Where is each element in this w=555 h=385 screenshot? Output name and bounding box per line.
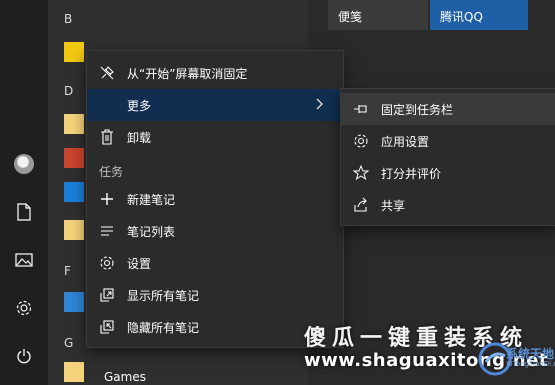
folder-icon[interactable] — [64, 220, 84, 240]
tile-qq[interactable]: 腾讯QQ — [430, 0, 528, 30]
submenu-item-share[interactable]: 共享 — [341, 189, 555, 221]
submenu-item-label: 应用设置 — [381, 134, 430, 149]
games-label[interactable]: Games — [104, 370, 146, 384]
menu-item-label: 隐藏所有笔记 — [127, 320, 200, 335]
letter-header-d[interactable]: D — [64, 84, 73, 98]
tile-sticky-notes[interactable]: 便笺 — [328, 0, 428, 30]
chevron-right-icon — [316, 98, 323, 110]
menu-item-label: 设置 — [127, 256, 152, 271]
tile-label: 腾讯QQ — [440, 10, 483, 24]
letter-header-g[interactable]: G — [64, 336, 73, 350]
letter-header-f[interactable]: F — [64, 264, 71, 278]
maps-icon[interactable] — [64, 148, 84, 168]
trash-icon — [91, 121, 123, 153]
unpin-icon — [91, 57, 123, 89]
folder-icon[interactable] — [64, 114, 84, 134]
movies-icon[interactable] — [64, 182, 84, 202]
submenu-item-label: 共享 — [381, 198, 406, 213]
menu-item-more[interactable]: 更多 — [87, 89, 343, 121]
watermark-logo-sub: XiTongTianDi.net — [506, 360, 555, 368]
settings-button[interactable] — [8, 292, 40, 324]
user-avatar[interactable] — [8, 148, 40, 180]
menu-item-uninstall[interactable]: 卸载 — [87, 121, 343, 153]
pin-icon — [345, 93, 377, 125]
spacer-icon — [91, 89, 123, 121]
tile-label: 便笺 — [338, 10, 363, 24]
hide-notes-icon — [91, 311, 123, 343]
submenu-item-label: 固定到任务栏 — [381, 102, 454, 117]
menu-item-label: 笔记列表 — [127, 224, 176, 239]
folder-icon[interactable] — [64, 362, 84, 382]
submenu-item-pin-taskbar[interactable]: 固定到任务栏 — [341, 93, 555, 125]
pictures-icon — [15, 253, 33, 267]
star-icon — [345, 157, 377, 189]
gear-icon — [91, 247, 123, 279]
share-icon — [345, 189, 377, 221]
power-icon — [17, 349, 31, 364]
letter-header-b[interactable]: B — [64, 12, 72, 26]
start-rail — [0, 0, 48, 385]
gear-icon — [345, 125, 377, 157]
menu-item-label: 从“开始”屏幕取消固定 — [127, 66, 248, 81]
pictures-button[interactable] — [8, 244, 40, 276]
menu-item-note-list[interactable]: 笔记列表 — [87, 215, 343, 247]
settings-icon — [16, 300, 32, 316]
more-submenu: 固定到任务栏 应用设置 打分并评价 共享 — [340, 88, 555, 226]
document-icon — [17, 203, 31, 221]
submenu-item-label: 打分并评价 — [381, 166, 442, 181]
menu-item-new-note[interactable]: 新建笔记 — [87, 183, 343, 215]
menu-item-show-all[interactable]: 显示所有笔记 — [87, 279, 343, 311]
menu-item-label: 卸载 — [127, 130, 152, 145]
menu-item-unpin[interactable]: 从“开始”屏幕取消固定 — [87, 57, 343, 89]
power-button[interactable] — [8, 340, 40, 372]
documents-button[interactable] — [8, 196, 40, 228]
app-icon-sticky-notes[interactable] — [64, 42, 84, 62]
menu-item-label: 新建笔记 — [127, 192, 176, 207]
submenu-item-app-settings[interactable]: 应用设置 — [341, 125, 555, 157]
people-icon[interactable] — [64, 292, 84, 312]
context-menu: 从“开始”屏幕取消固定 更多 卸载 任务 新建笔记 笔记列表 设置 显示所有笔记 — [86, 50, 344, 348]
menu-item-label: 更多 — [127, 98, 152, 113]
submenu-item-rate-review[interactable]: 打分并评价 — [341, 157, 555, 189]
show-notes-icon — [91, 279, 123, 311]
plus-icon — [91, 183, 123, 215]
avatar — [14, 154, 34, 174]
tasks-section-header: 任务 — [99, 165, 124, 179]
list-icon — [91, 215, 123, 247]
menu-item-settings[interactable]: 设置 — [87, 247, 343, 279]
menu-item-label: 显示所有笔记 — [127, 288, 200, 303]
